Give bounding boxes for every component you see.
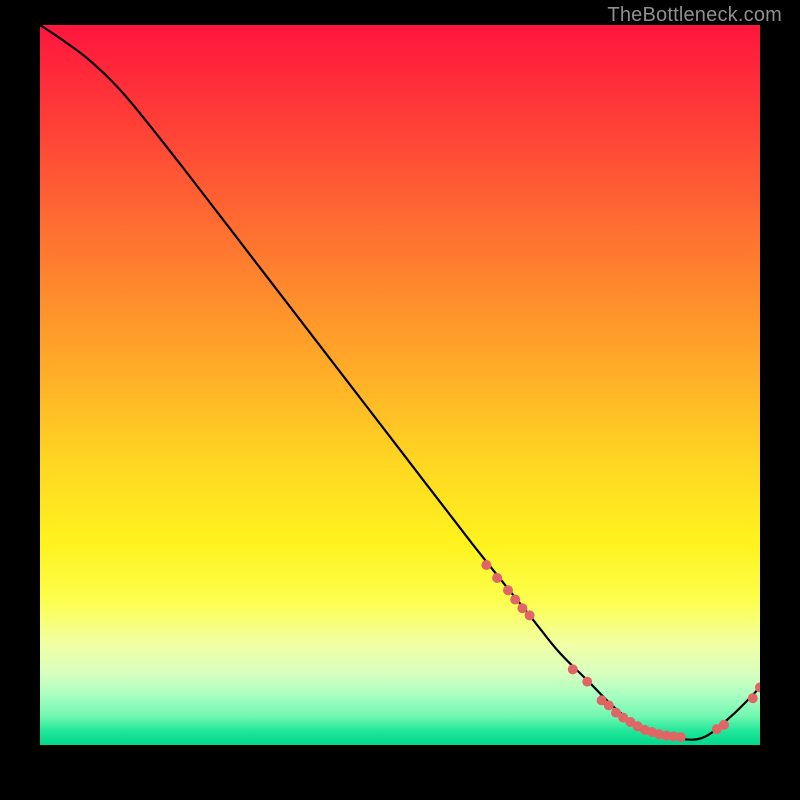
chart-stage: TheBottleneck.com bbox=[0, 0, 800, 800]
marker-dot bbox=[481, 560, 491, 570]
curve-line bbox=[40, 25, 760, 740]
marker-dot bbox=[568, 664, 578, 674]
curve-markers bbox=[481, 560, 760, 742]
marker-dot bbox=[604, 700, 614, 710]
marker-dot bbox=[582, 677, 592, 687]
marker-dot bbox=[492, 573, 502, 583]
plot-area bbox=[40, 25, 760, 745]
marker-dot bbox=[503, 585, 513, 595]
attribution-label: TheBottleneck.com bbox=[607, 4, 782, 27]
marker-dot bbox=[719, 720, 729, 730]
chart-svg bbox=[40, 25, 760, 745]
marker-dot bbox=[510, 595, 520, 605]
marker-dot bbox=[517, 603, 527, 613]
marker-dot bbox=[676, 732, 686, 742]
marker-dot bbox=[525, 610, 535, 620]
marker-dot bbox=[748, 693, 758, 703]
